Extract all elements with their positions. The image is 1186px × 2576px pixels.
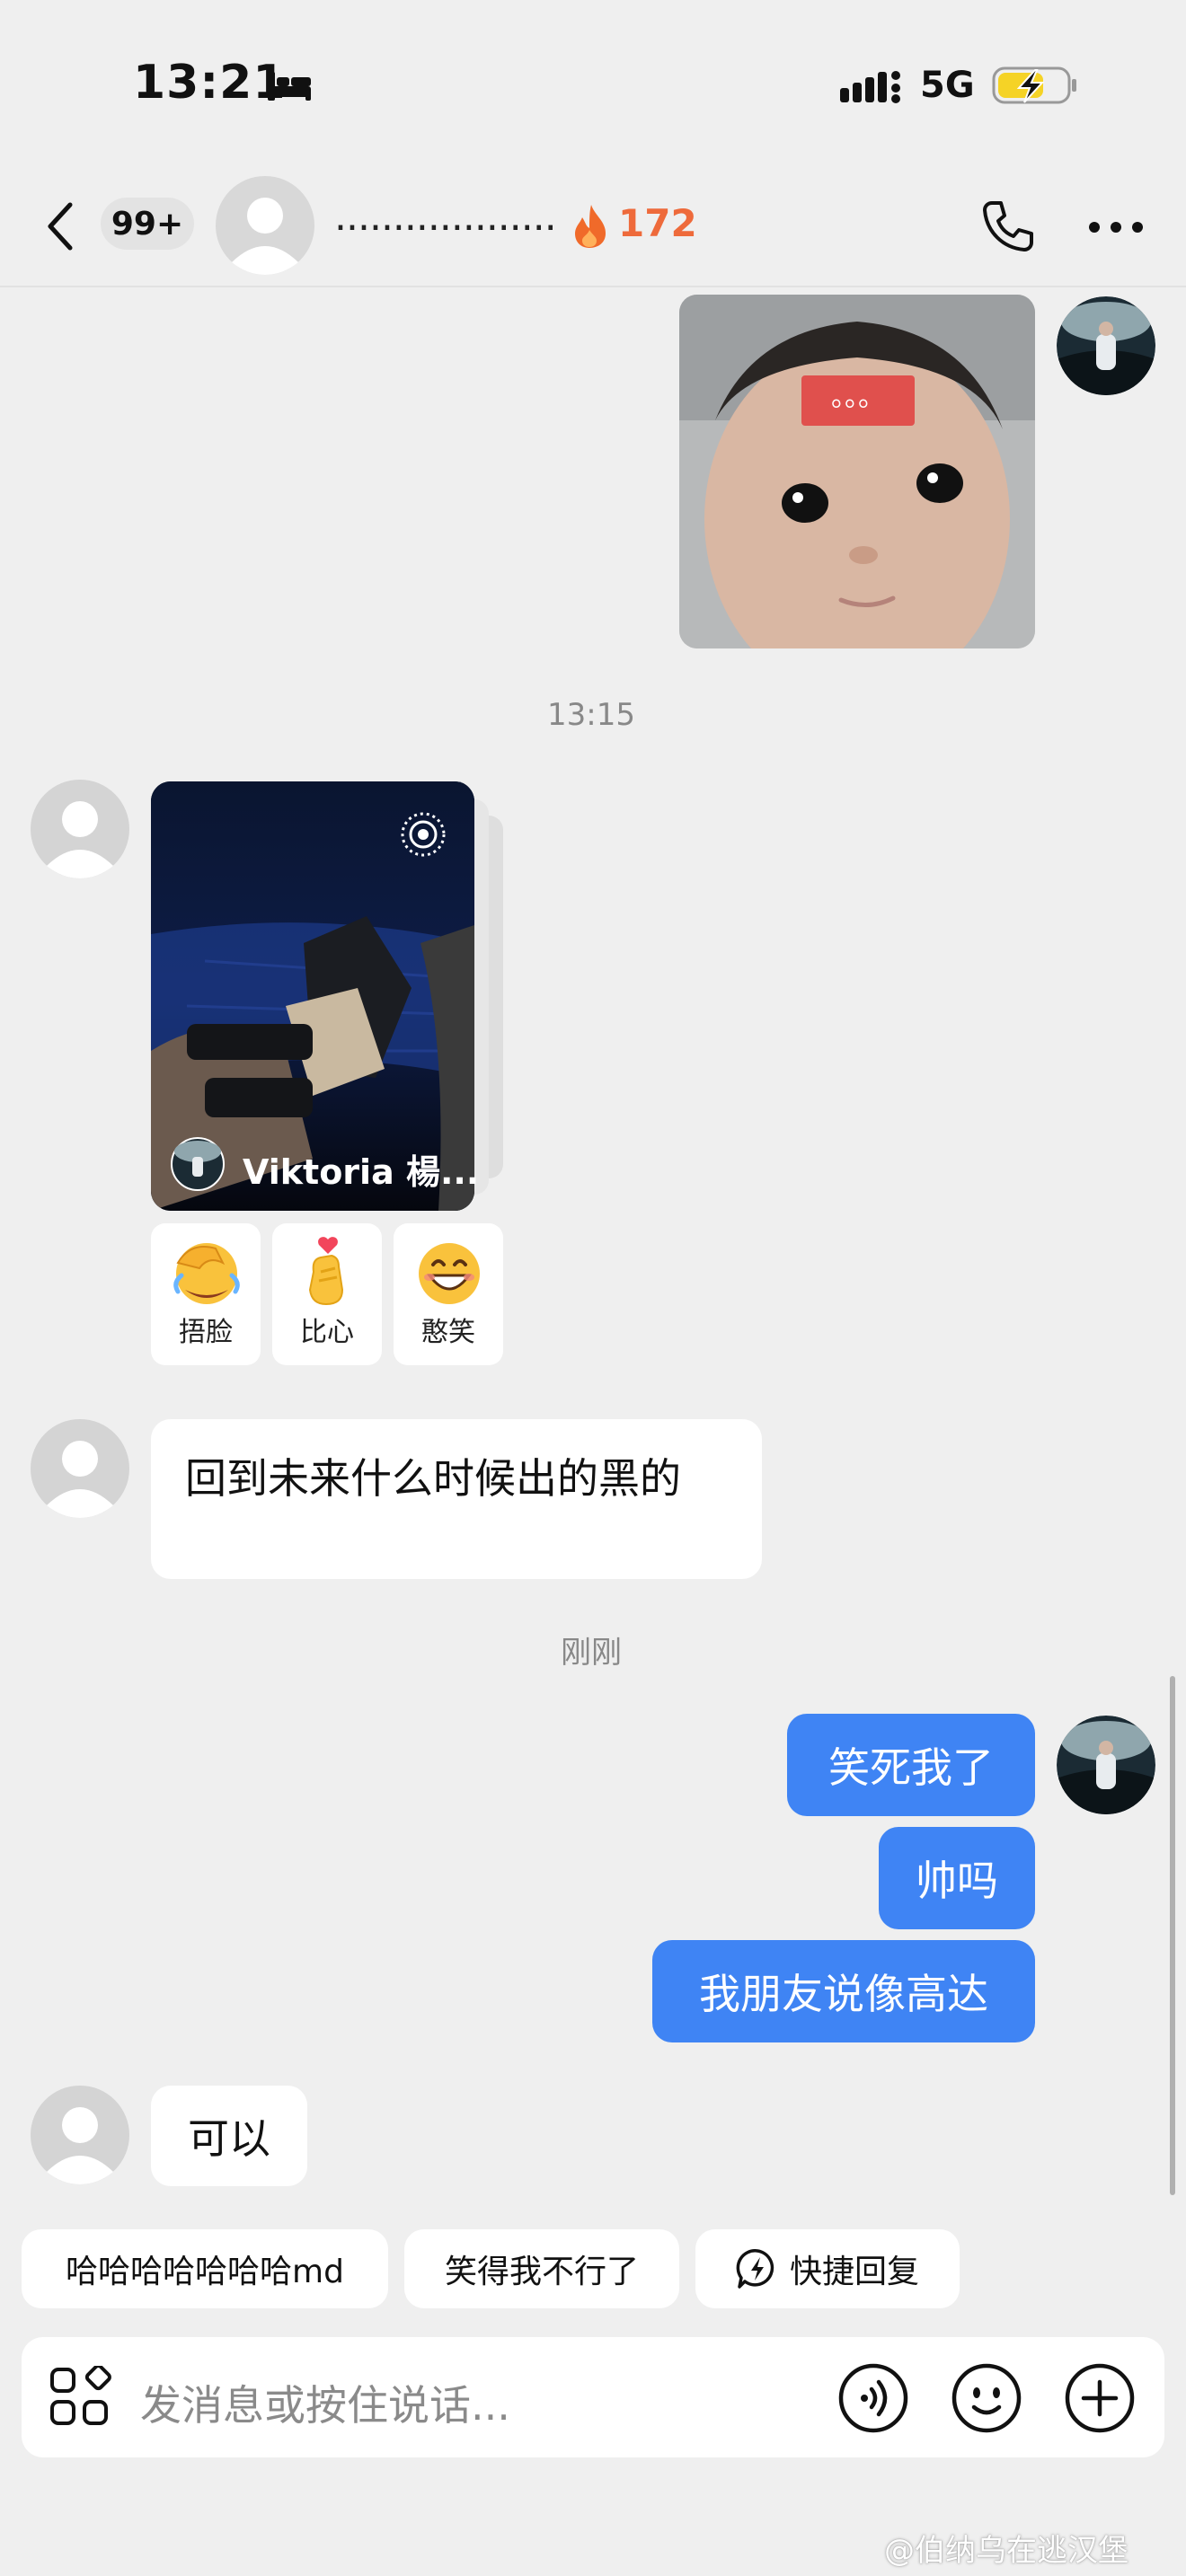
- my-avatar[interactable]: [1057, 296, 1155, 395]
- lightning-bubble-icon: [736, 2249, 774, 2289]
- voice-icon[interactable]: [837, 2362, 909, 2434]
- sticker-caption: 。。。: [801, 375, 915, 426]
- contact-avatar[interactable]: [216, 176, 314, 275]
- reaction-facepalm[interactable]: 捂脸: [151, 1223, 261, 1365]
- incoming-message[interactable]: 可以: [151, 2086, 307, 2186]
- reaction-label: 比心: [300, 1317, 354, 1348]
- streak-count: 172: [618, 201, 697, 245]
- reaction-label: 捂脸: [179, 1317, 233, 1348]
- story-author-avatar: [171, 1137, 225, 1191]
- quick-reply-chip[interactable]: 笑得我不行了: [404, 2229, 679, 2308]
- emoji-icon[interactable]: [951, 2362, 1022, 2434]
- status-time: 13:21: [133, 56, 287, 110]
- image-message[interactable]: 。。。: [679, 295, 1035, 648]
- quick-reply-label: 快捷回复: [789, 2254, 919, 2290]
- baby-photo: [679, 295, 1035, 648]
- apps-icon[interactable]: [49, 2366, 111, 2429]
- outgoing-message[interactable]: 我朋友说像高达: [652, 1940, 1035, 2042]
- finger-heart-icon: [308, 1237, 344, 1306]
- battery-icon: [992, 66, 1076, 104]
- story-author-name: Viktoria 楊...: [243, 1152, 480, 1192]
- reaction-finger-heart[interactable]: 比心: [272, 1223, 382, 1365]
- time-divider: 刚刚: [561, 1635, 622, 1671]
- contact-name[interactable]: ...................: [334, 194, 557, 240]
- outgoing-message[interactable]: 笑死我了: [787, 1714, 1035, 1816]
- outgoing-message[interactable]: 帅吗: [879, 1827, 1035, 1929]
- phone-icon[interactable]: [979, 198, 1037, 255]
- watermark: @伯纳乌在逃汉堡: [884, 2533, 1128, 2569]
- live-photo-icon: [401, 812, 446, 857]
- signal-icon: [840, 71, 900, 103]
- back-icon[interactable]: [43, 199, 79, 253]
- fire-icon: [575, 205, 606, 248]
- facepalm-emoji-icon: [173, 1243, 240, 1304]
- contact-avatar[interactable]: [31, 2086, 129, 2184]
- bed-icon: [268, 72, 311, 101]
- incoming-message[interactable]: 回到未来什么时候出的黑的: [151, 1419, 762, 1579]
- more-icon[interactable]: [1087, 221, 1145, 234]
- message-input-bar: 发消息或按住说话...: [22, 2337, 1164, 2457]
- unread-badge[interactable]: 99+: [101, 198, 194, 250]
- quick-reply-button[interactable]: 快捷回复: [695, 2229, 960, 2308]
- quick-reply-chip[interactable]: 哈哈哈哈哈哈哈md: [22, 2229, 388, 2308]
- chat-header: 99+ ................... 172: [0, 162, 1186, 287]
- contact-avatar[interactable]: [31, 1419, 129, 1518]
- contact-avatar[interactable]: [31, 780, 129, 878]
- my-avatar[interactable]: [1057, 1716, 1155, 1814]
- scrollbar[interactable]: [1170, 1676, 1175, 2195]
- reaction-grin[interactable]: 憨笑: [394, 1223, 503, 1365]
- network-type: 5G: [920, 65, 975, 106]
- reaction-label: 憨笑: [421, 1317, 475, 1348]
- time-divider: 13:15: [547, 697, 635, 733]
- plus-icon[interactable]: [1064, 2362, 1136, 2434]
- grin-emoji-icon: [419, 1243, 480, 1304]
- message-input[interactable]: 发消息或按住说话...: [140, 2373, 510, 2432]
